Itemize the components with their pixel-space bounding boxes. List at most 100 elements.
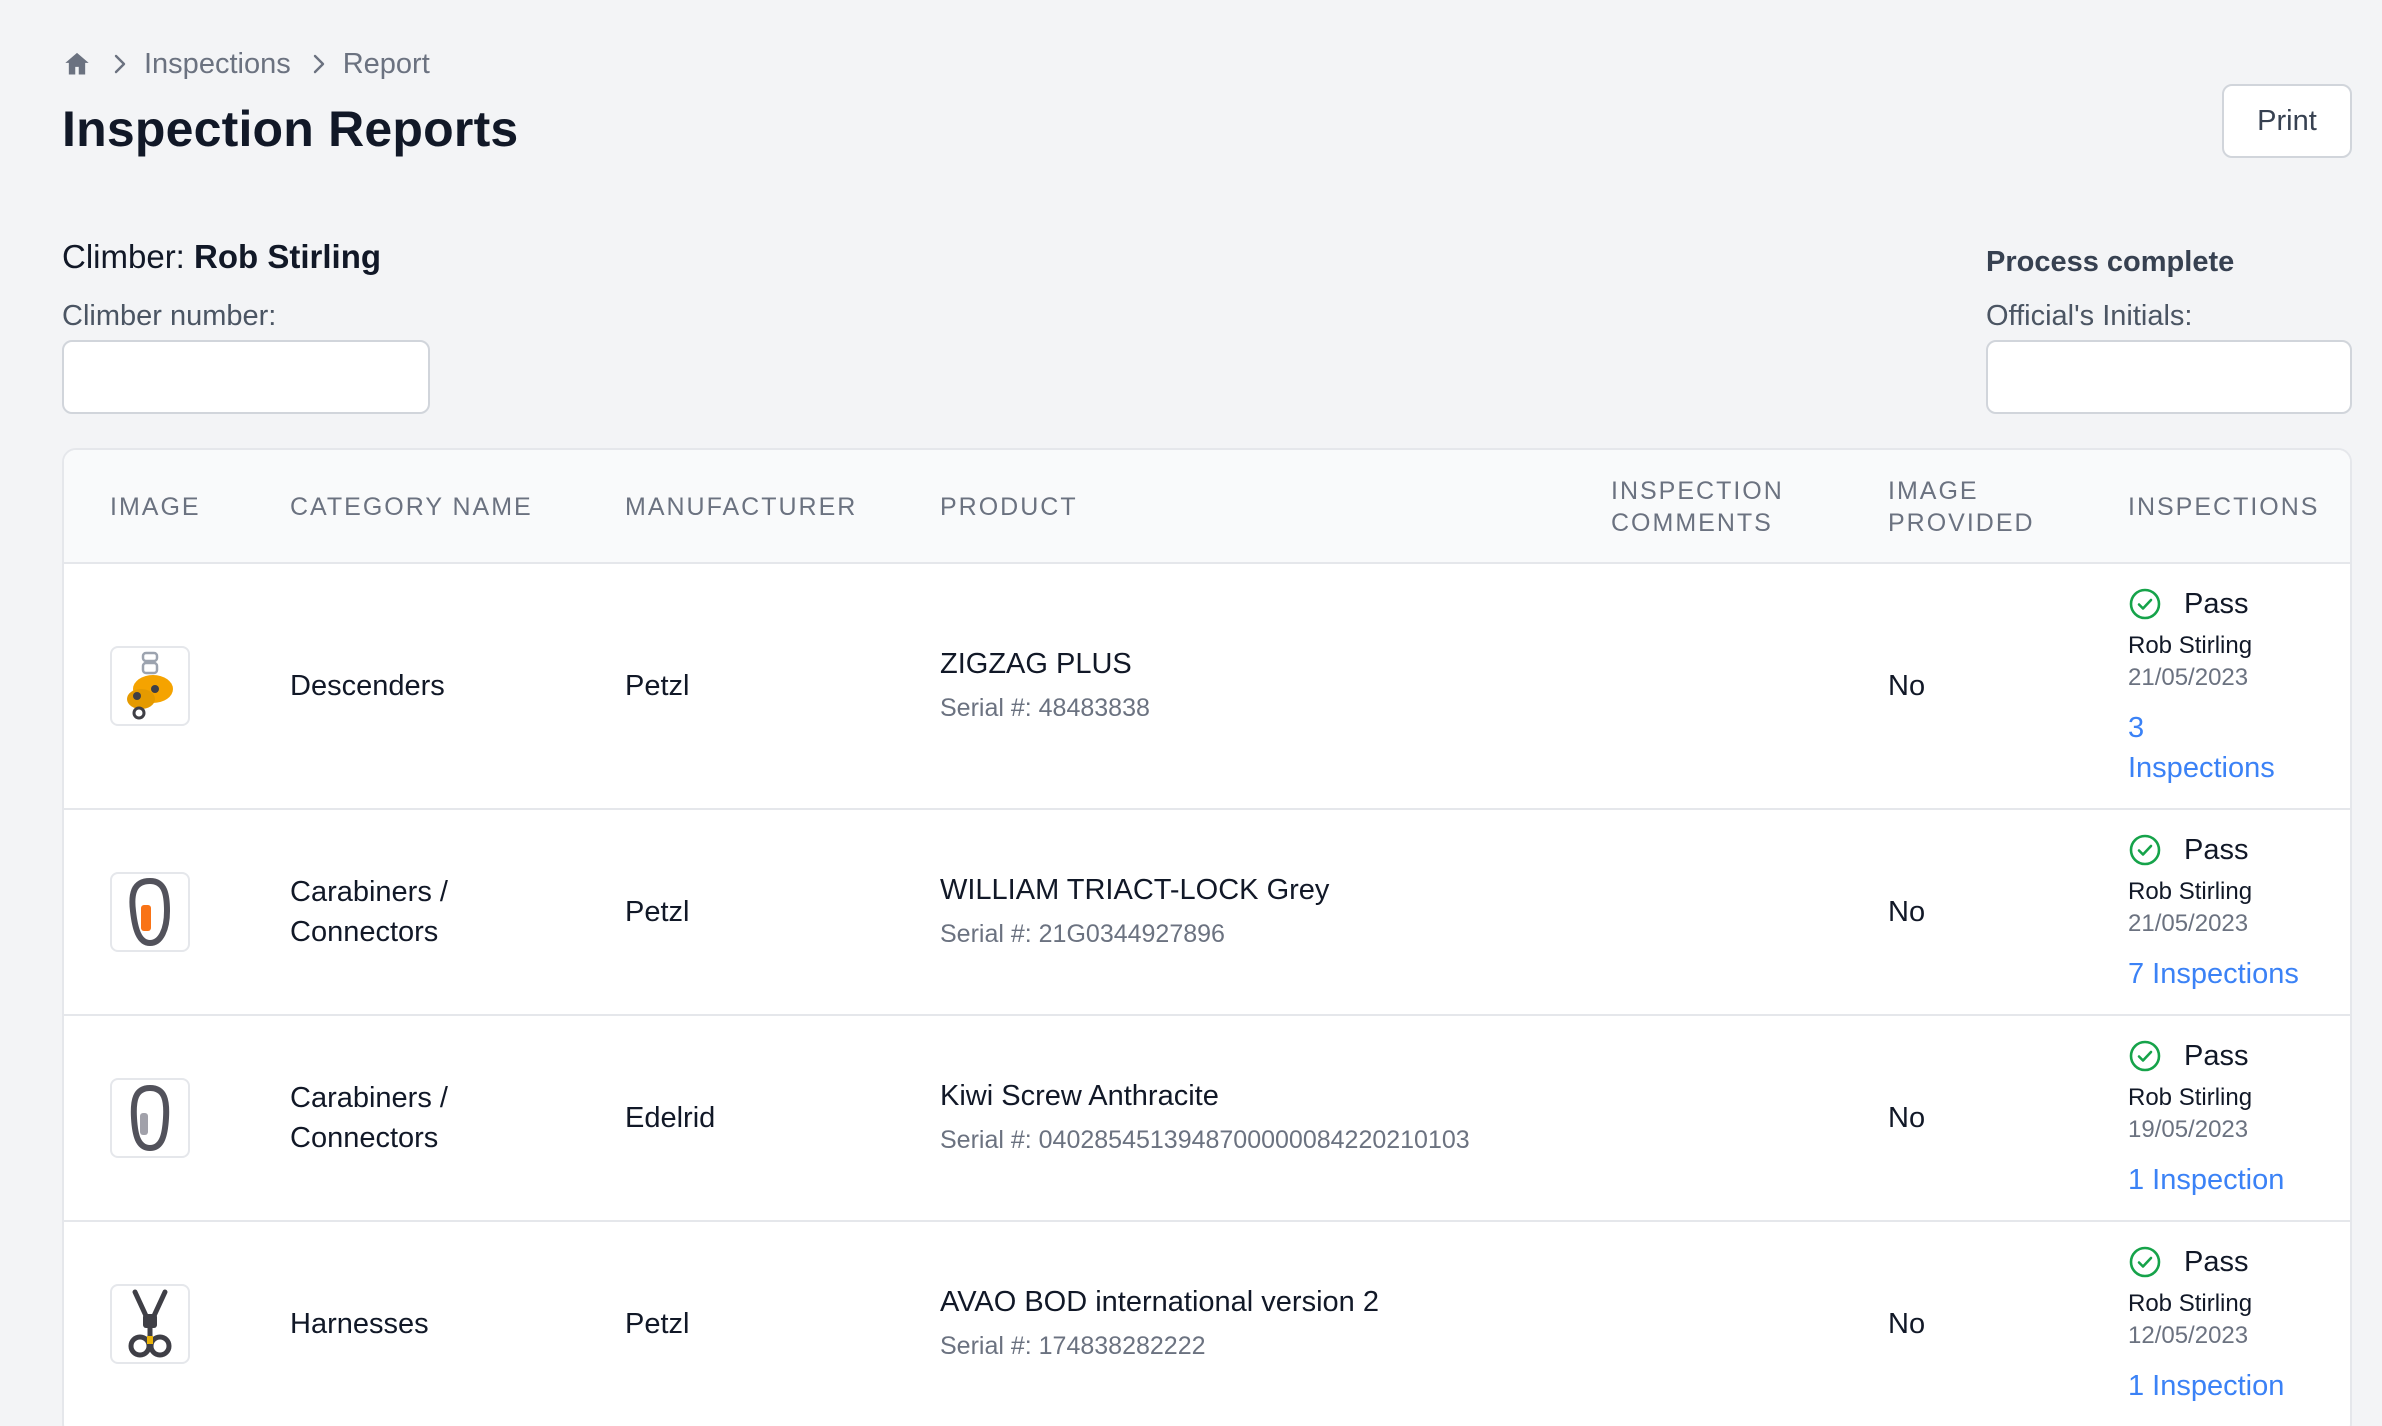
category-cell: Harnesses <box>290 1222 429 1426</box>
chevron-right-icon <box>307 51 333 77</box>
header-provided-line2: PROVIDED <box>1888 509 2035 537</box>
status-label: Pass <box>2184 1246 2249 1278</box>
inspection-date: 21/05/2023 <box>2128 910 2249 937</box>
print-button[interactable]: Print <box>2222 84 2352 158</box>
serial-number: Serial #: 174838282222 <box>940 1332 1206 1360</box>
check-circle-icon <box>2128 1245 2162 1279</box>
climber-heading: Climber: Rob Stirling <box>62 238 381 276</box>
inspection-status: Pass <box>2128 1036 2248 1076</box>
page-title: Inspection Reports <box>62 101 519 157</box>
inspection-date: 19/05/2023 <box>2128 1116 2249 1143</box>
process-complete-title: Process complete <box>1986 246 2235 278</box>
carabiner-grey-icon <box>130 1084 170 1152</box>
product-cell: Kiwi Screw Anthracite Serial #: 04028545… <box>940 1016 1470 1220</box>
breadcrumb-report[interactable]: Report <box>343 48 430 81</box>
climber-number-label: Climber number: <box>62 300 277 332</box>
header-provided-line1: IMAGE <box>1888 477 1979 505</box>
product-cell: WILLIAM TRIACT-LOCK Grey Serial #: 21G03… <box>940 810 1329 1014</box>
product-image <box>110 872 190 952</box>
climber-number-input[interactable] <box>62 340 430 414</box>
status-label: Pass <box>2184 834 2249 866</box>
product-name: AVAO BOD international version 2 <box>940 1286 1379 1318</box>
inspector-name: Rob Stirling <box>2128 1290 2253 1317</box>
product-image <box>110 646 190 726</box>
image-provided-cell: No <box>1888 896 1926 928</box>
category-name: Carabiners / <box>290 876 448 908</box>
inspections-cell: Pass Rob Stirling 21/05/2023 7 Inspectio… <box>2128 810 2299 1014</box>
inspection-status: Pass <box>2128 830 2248 870</box>
inspector-name: Rob Stirling <box>2128 1084 2253 1111</box>
officials-initials-label: Official's Initials: <box>1986 300 2193 332</box>
inspection-date: 21/05/2023 <box>2128 664 2249 691</box>
table-header: IMAGE CATEGORY NAME MANUFACTURER PRODUCT… <box>64 450 2350 564</box>
category-name: Carabiners / <box>290 1082 448 1114</box>
product-cell: ZIGZAG PLUS Serial #: 48483838 <box>940 564 1150 808</box>
check-circle-icon <box>2128 587 2162 621</box>
serial-number: Serial #: 48483838 <box>940 694 1150 722</box>
inspections-link-label: Inspections <box>2128 752 2275 784</box>
table-row: Carabiners / Connectors Edelrid Kiwi Scr… <box>64 1016 2350 1222</box>
product-cell: AVAO BOD international version 2 Serial … <box>940 1222 1379 1426</box>
product-image <box>110 1078 190 1158</box>
category-name: Harnesses <box>290 1308 429 1340</box>
header-inspection-comments: INSPECTION COMMENTS <box>1611 450 1784 564</box>
manufacturer-cell: Petzl <box>625 896 690 928</box>
category-cell: Carabiners / Connectors <box>290 810 448 1014</box>
table-row: Carabiners / Connectors Petzl WILLIAM TR… <box>64 810 2350 1016</box>
inspections-link[interactable]: 1 Inspection <box>2128 1160 2284 1200</box>
image-provided-cell: No <box>1888 1308 1926 1340</box>
header-inspections: INSPECTIONS <box>2128 493 2320 521</box>
product-name: WILLIAM TRIACT-LOCK Grey <box>940 874 1330 906</box>
category-name-cont: Connectors <box>290 916 439 948</box>
header-image-provided: IMAGE PROVIDED <box>1888 450 2035 564</box>
carabiner-orange-icon <box>129 877 171 947</box>
product-name: Kiwi Screw Anthracite <box>940 1080 1219 1112</box>
status-label: Pass <box>2184 1040 2249 1072</box>
category-cell: Carabiners / Connectors <box>290 1016 448 1220</box>
header-category: CATEGORY NAME <box>290 493 533 521</box>
inspection-status: Pass <box>2128 1242 2248 1282</box>
product-name: ZIGZAG PLUS <box>940 648 1132 680</box>
inspector-name: Rob Stirling <box>2128 878 2253 905</box>
manufacturer-cell: Edelrid <box>625 1102 716 1134</box>
inspections-link-count: 3 <box>2128 712 2145 744</box>
inspections-cell: Pass Rob Stirling 21/05/2023 3 Inspectio… <box>2128 564 2275 808</box>
inspections-cell: Pass Rob Stirling 19/05/2023 1 Inspectio… <box>2128 1016 2284 1220</box>
chevron-right-icon <box>108 51 134 77</box>
breadcrumb: Inspections Report <box>62 44 430 84</box>
inspections-link[interactable]: 3 Inspections <box>2128 708 2275 788</box>
category-cell: Descenders <box>290 564 445 808</box>
inspections-link[interactable]: 1 Inspection <box>2128 1366 2284 1406</box>
manufacturer-cell: Petzl <box>625 670 690 702</box>
header-comments-line1: INSPECTION <box>1611 477 1784 505</box>
breadcrumb-inspections[interactable]: Inspections <box>144 48 291 81</box>
product-image <box>110 1284 190 1364</box>
harness-icon <box>128 1289 172 1358</box>
header-manufacturer: MANUFACTURER <box>625 493 858 521</box>
header-image: IMAGE <box>110 493 201 521</box>
check-circle-icon <box>2128 833 2162 867</box>
category-name-cont: Connectors <box>290 1122 439 1154</box>
inspections-cell: Pass Rob Stirling 12/05/2023 1 Inspectio… <box>2128 1222 2284 1426</box>
inspection-date: 12/05/2023 <box>2128 1322 2249 1349</box>
page: Inspections Report Inspection Reports Pr… <box>62 0 2352 1426</box>
serial-number: Serial #: 21G0344927896 <box>940 920 1225 948</box>
status-label: Pass <box>2184 588 2249 620</box>
officials-initials-input[interactable] <box>1986 340 2352 414</box>
header-product: PRODUCT <box>940 493 1078 521</box>
serial-number: Serial #: 040285451394870000008422021010… <box>940 1126 1470 1154</box>
image-provided-cell: No <box>1888 1102 1926 1134</box>
image-provided-cell: No <box>1888 670 1926 702</box>
climber-label: Climber: <box>62 238 185 275</box>
header-comments-line2: COMMENTS <box>1611 509 1773 537</box>
descender-icon <box>127 651 173 720</box>
table-row: Descenders Petzl ZIGZAG PLUS Serial #: 4… <box>64 564 2350 810</box>
inspection-status: Pass <box>2128 584 2248 624</box>
climber-name: Rob Stirling <box>194 238 382 275</box>
category-name: Descenders <box>290 670 445 702</box>
home-icon[interactable] <box>62 49 92 79</box>
check-circle-icon <box>2128 1039 2162 1073</box>
inspections-link[interactable]: 7 Inspections <box>2128 954 2299 994</box>
table-row: Harnesses Petzl AVAO BOD international v… <box>64 1222 2350 1426</box>
inspections-table: IMAGE CATEGORY NAME MANUFACTURER PRODUCT… <box>62 448 2352 1426</box>
